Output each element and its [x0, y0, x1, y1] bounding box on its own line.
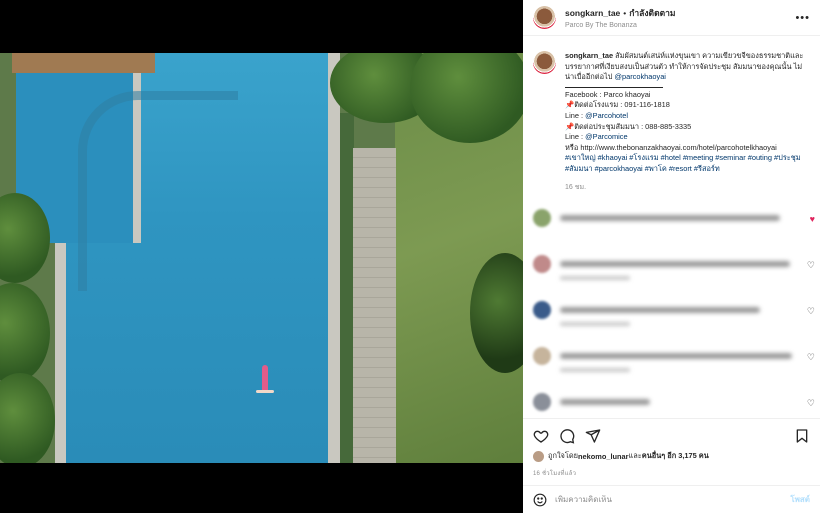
smiley-icon[interactable]: [533, 493, 547, 507]
comment-meta: [560, 322, 630, 327]
comment-item: ♡: [523, 393, 820, 417]
line2-label: Line :: [565, 132, 586, 142]
post-caption: songkarn_tae สัมผัสมนต์เสน่ห์แห่งขุนเขา …: [523, 37, 820, 193]
comment-body: [560, 255, 810, 281]
caption-username[interactable]: songkarn_tae: [565, 51, 613, 60]
post-button[interactable]: โพสต์: [790, 493, 810, 506]
comment-body: [560, 347, 810, 373]
heart-icon[interactable]: ♡: [807, 306, 815, 317]
comment-text: [560, 215, 780, 222]
tree: [0, 373, 55, 463]
comment-item: ♥: [523, 209, 820, 255]
walkway: [353, 148, 396, 463]
author-username[interactable]: songkarn_tae: [565, 8, 620, 18]
comment-item: ♡: [523, 255, 820, 301]
comment-input[interactable]: [555, 495, 791, 504]
caption-url[interactable]: http://www.thebonanzakhaoyai.com/hotel/p…: [580, 143, 776, 152]
comment-text: [560, 261, 790, 268]
comment-avatar[interactable]: [533, 255, 551, 274]
comment-meta: [560, 276, 630, 281]
comment-meta: [560, 368, 630, 373]
post-location[interactable]: Parco By The Bonanza: [565, 22, 795, 29]
likes-prefix: ถูกใจโดย: [548, 451, 578, 460]
heart-icon[interactable]: [533, 428, 549, 444]
post-header: songkarn_tae • กำลังติดตาม Parco By The Bo…: [523, 0, 820, 36]
caption-body: songkarn_tae สัมผัสมนต์เสน่ห์แห่งขุนเขา …: [565, 51, 810, 193]
paper-plane-icon[interactable]: [585, 428, 601, 444]
action-icons: [523, 419, 820, 447]
comments-scroll-area[interactable]: songkarn_tae สัมผัสมนต์เสน่ห์แห่งขุนเขา …: [523, 37, 820, 417]
comment-icon[interactable]: [559, 428, 575, 444]
likes-others[interactable]: คนอื่นๆ อีก 3,175 คน: [642, 450, 709, 462]
comment-body: [560, 209, 810, 222]
header-text: songkarn_tae • กำลังติดตาม Parco By The Bo…: [565, 6, 795, 29]
comment-avatar[interactable]: [533, 209, 551, 228]
line1-label: Line :: [565, 110, 586, 120]
hotel-contact: ติดต่อโรงแรม : 091-116-1818: [574, 100, 670, 110]
heart-icon[interactable]: ♥: [810, 214, 815, 224]
comment-avatar[interactable]: [533, 301, 551, 320]
post-details-panel: songkarn_tae • กำลังติดตาม Parco By The Bo…: [523, 0, 820, 513]
add-comment-bar: โพสต์: [523, 485, 820, 513]
heart-icon[interactable]: ♡: [807, 398, 815, 409]
caption-avatar[interactable]: [533, 51, 556, 74]
post-media-area: [0, 0, 523, 513]
comment-avatar[interactable]: [533, 347, 551, 366]
tree: [0, 283, 50, 383]
swimmer-arms: [256, 390, 274, 393]
more-horizontal-icon[interactable]: •••: [795, 12, 810, 24]
line2-handle[interactable]: @Parcomice: [585, 132, 627, 141]
author-avatar[interactable]: [533, 6, 556, 29]
likes-middle: และ: [628, 451, 642, 460]
likes-summary: ถูกใจโดย nekomo_lunar และ คนอื่นๆ อีก 3,…: [523, 447, 820, 465]
comment-item: ♡: [523, 301, 820, 347]
bookmark-icon[interactable]: [794, 428, 810, 444]
facebook-line: Facebook : Parco khaoyai: [565, 89, 651, 99]
header-separator: •: [623, 8, 627, 18]
caption-hashtags[interactable]: #เขาใหญ่ #khaoyai #โรงแรม #hotel #meetin…: [565, 153, 801, 173]
comment-avatar[interactable]: [533, 393, 551, 412]
swimmer: [262, 365, 268, 393]
wooden-deck: [12, 53, 155, 73]
caption-separator: [565, 85, 663, 88]
post-actions: ถูกใจโดย nekomo_lunar และ คนอื่นๆ อีก 3,…: [523, 418, 820, 513]
comment-item: ♡: [523, 347, 820, 393]
line1-handle[interactable]: @Parcohotel: [585, 111, 628, 120]
meeting-contact: ติดต่อประชุมสัมมนา : 088-885-3335: [574, 121, 692, 131]
pool-curve: [78, 91, 238, 291]
heart-icon[interactable]: ♡: [807, 260, 815, 271]
liker-avatar[interactable]: [533, 450, 544, 462]
hedge: [338, 113, 354, 463]
caption-time: 16 ชม.: [565, 183, 587, 191]
pin-icon: 📌: [565, 100, 575, 110]
comment-text: [560, 399, 650, 406]
heart-icon[interactable]: ♡: [807, 352, 815, 363]
post-date: 16 ชั่วโมงที่แล้ว: [533, 471, 577, 477]
post-photo[interactable]: [0, 53, 523, 463]
following-status[interactable]: กำลังติดตาม: [629, 8, 675, 18]
pin-icon: 📌: [565, 121, 575, 131]
liker-username[interactable]: nekomo_lunar: [578, 452, 629, 461]
comment-text: [560, 307, 760, 314]
comment-text: [560, 353, 792, 360]
or-label: หรือ: [565, 142, 581, 152]
caption-mention[interactable]: @parcokhaoyai: [614, 72, 665, 81]
comment-body: [560, 301, 810, 327]
comment-body: [560, 393, 810, 406]
